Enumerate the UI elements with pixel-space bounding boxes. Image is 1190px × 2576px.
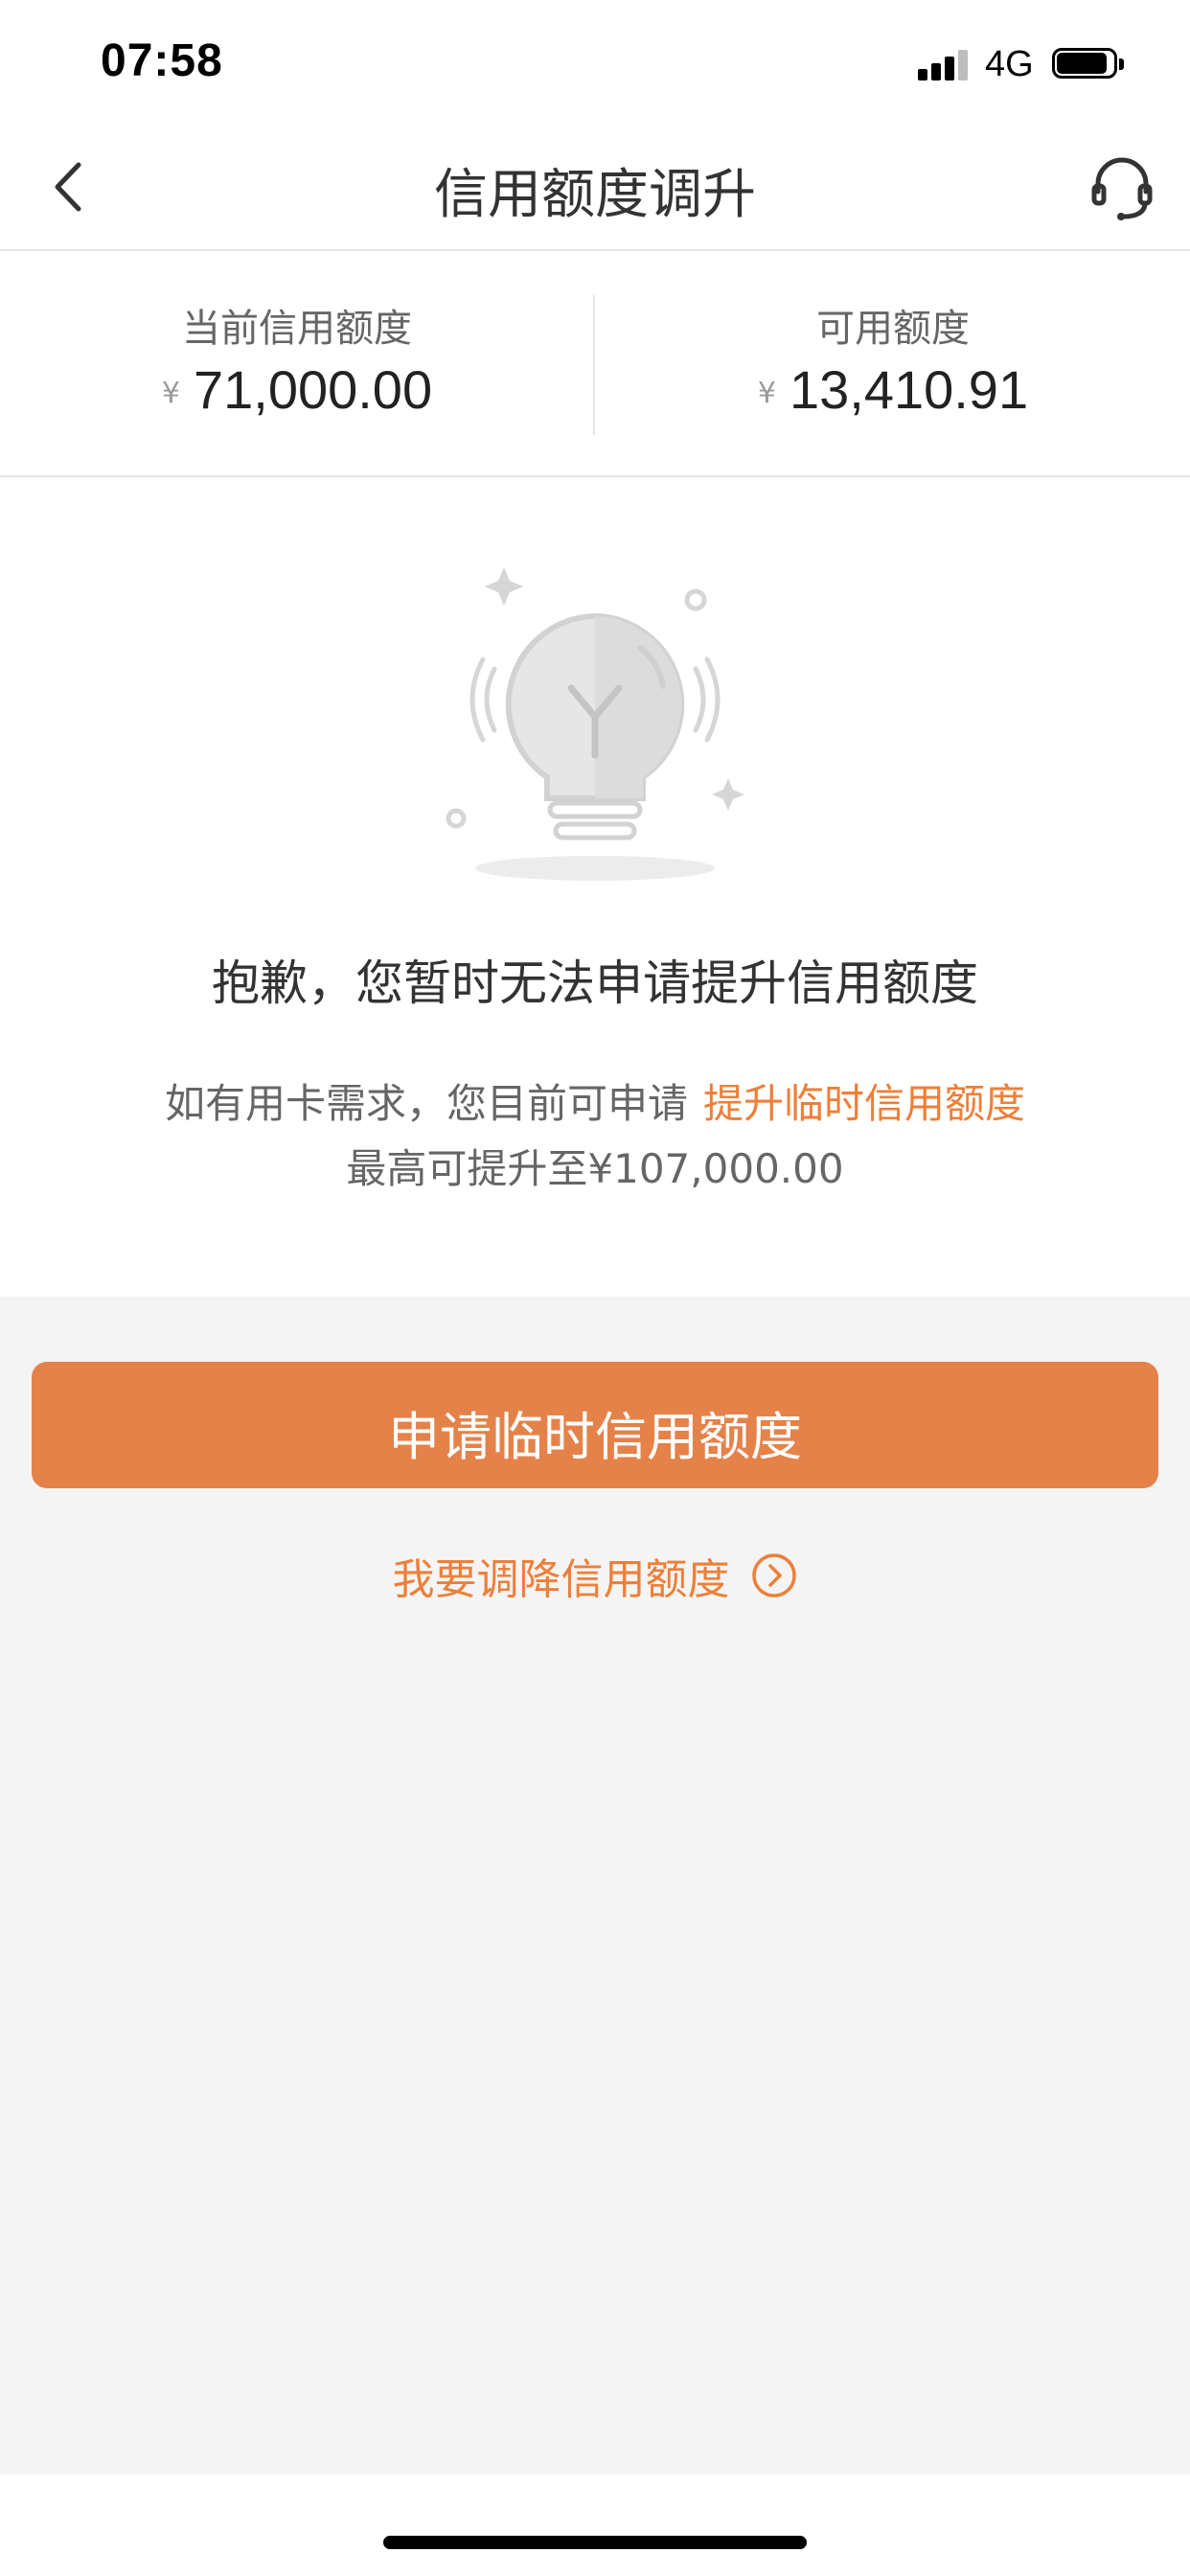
apply-temp-credit-label: 申请临时信用额度	[388, 1407, 802, 1467]
current-credit-block: 当前信用额度 ¥71,000.00	[0, 251, 594, 475]
status-time: 07:58	[101, 35, 223, 86]
status-bar: 07:58 4G	[0, 0, 1190, 125]
credit-summary: 当前信用额度 ¥71,000.00 可用额度 ¥13,410.91	[0, 251, 1190, 477]
bottom-safe-area	[0, 2474, 1190, 2576]
max-raise-text: 最高可提升至¥107,000.00	[346, 1145, 844, 1192]
nav-bar: 信用额度调升	[0, 125, 1190, 251]
page-title: 信用额度调升	[434, 164, 756, 226]
currency-symbol: ¥	[161, 377, 180, 410]
available-credit-block: 可用额度 ¥13,410.91	[596, 251, 1190, 475]
battery-icon	[1052, 48, 1125, 80]
divider	[593, 295, 595, 435]
home-indicator[interactable]	[383, 2536, 807, 2549]
hint-text: 如有用卡需求，您目前可申请 提升临时信用额度	[0, 1071, 1190, 1130]
lightbulb-icon	[446, 567, 744, 881]
circle-chevron-right-icon	[751, 1553, 796, 1598]
current-credit-value: 71,000.00	[193, 359, 433, 420]
available-credit-value: 13,410.91	[789, 359, 1029, 420]
signal-icon	[918, 48, 970, 80]
lower-credit-label: 我要调降信用额度	[392, 1555, 730, 1604]
customer-service-headset-icon	[1091, 157, 1153, 220]
customer-service-button[interactable]	[1087, 153, 1157, 224]
apply-temp-credit-button[interactable]: 申请临时信用额度	[32, 1362, 1158, 1488]
notice-panel: 抱歉，您暂时无法申请提升信用额度 如有用卡需求，您目前可申请 提升临时信用额度 最…	[0, 477, 1190, 1297]
unable-message: 抱歉，您暂时无法申请提升信用额度	[212, 955, 978, 1011]
temp-credit-link[interactable]: 提升临时信用额度	[703, 1080, 1025, 1127]
available-credit-label: 可用额度	[816, 307, 970, 351]
hint-prefix: 如有用卡需求，您目前可申请	[164, 1080, 688, 1127]
lower-credit-link[interactable]: 我要调降信用额度	[0, 1545, 1190, 1606]
network-type: 4G	[985, 44, 1034, 84]
current-credit-label: 当前信用额度	[182, 307, 412, 351]
currency-symbol: ¥	[757, 377, 776, 410]
